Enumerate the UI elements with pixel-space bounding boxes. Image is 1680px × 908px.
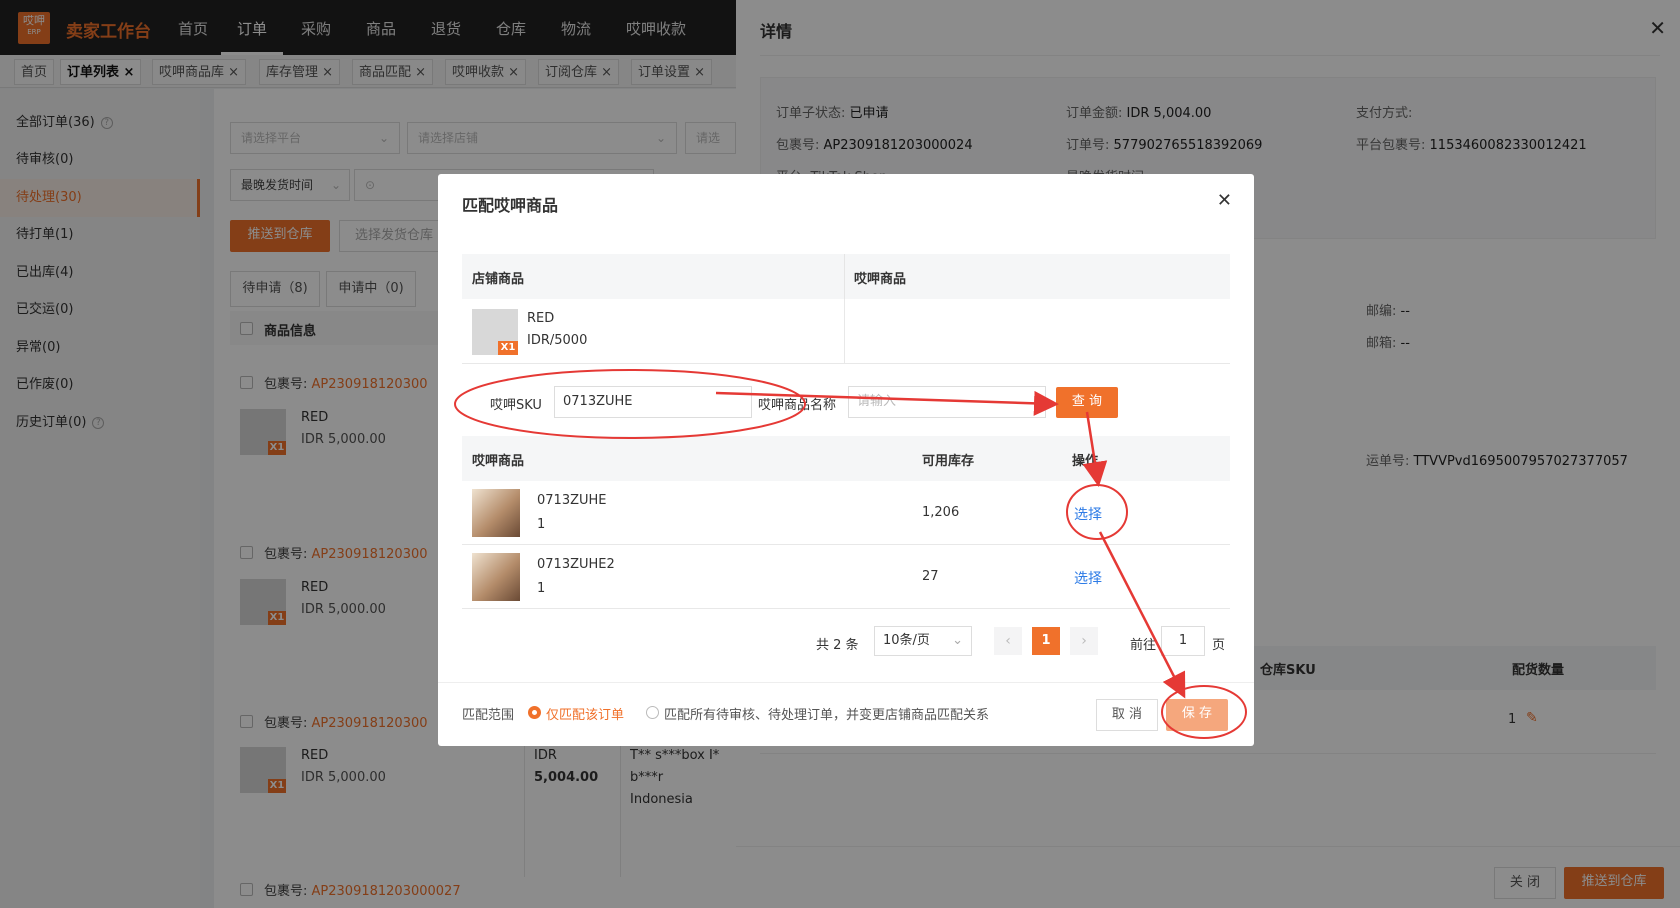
annotation-arrow-to-query bbox=[715, 390, 1059, 416]
annotation-ellipse-save bbox=[1161, 685, 1247, 739]
annotation-ellipse-sku bbox=[454, 369, 806, 439]
annotation-arrow-to-save bbox=[1098, 531, 1186, 699]
annotation-ellipse-select bbox=[1066, 484, 1128, 540]
annotation-layer bbox=[454, 369, 1247, 739]
annotation-arrow-to-select bbox=[1082, 411, 1108, 487]
